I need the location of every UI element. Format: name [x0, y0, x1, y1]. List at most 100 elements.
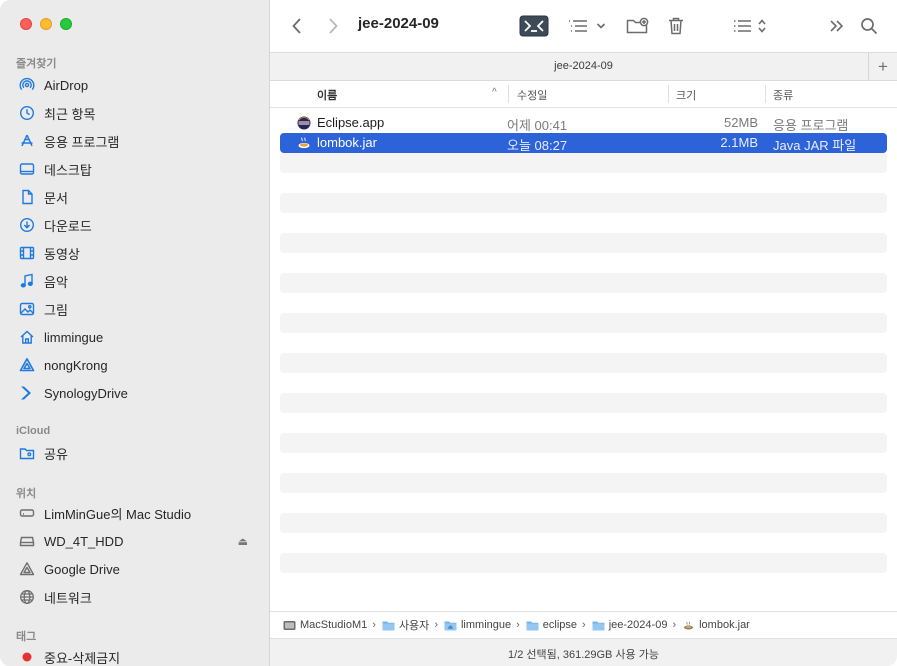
column-date[interactable]: 수정일 [517, 87, 547, 103]
path-item-label: MacStudioM1 [300, 619, 368, 631]
new-tab-button[interactable]: + [868, 53, 897, 80]
minimize-window-button[interactable] [40, 18, 52, 30]
folder-icon [592, 621, 605, 630]
file-row-lombok[interactable]: lombok.jar 오늘 08:27 2.1MB Java JAR 파일 [280, 133, 887, 153]
sidebar-item-network[interactable]: 네트워크 [10, 584, 260, 610]
path-item-lombok[interactable]: lombok.jar [682, 619, 750, 631]
column-divider[interactable] [668, 85, 669, 103]
column-size[interactable]: 크기 [676, 87, 696, 103]
path-item-home[interactable]: limmingue › [444, 619, 526, 631]
disk-icon [16, 531, 38, 551]
sidebar-item-label: 네트워크 [44, 590, 92, 606]
main-pane: jee-2024-09 jee-2024-09 + 이름 ^ 수정일 크기 종류… [270, 0, 897, 666]
forward-button[interactable] [324, 13, 342, 39]
file-date: 오늘 08:27 [507, 138, 568, 153]
sidebar: 즐겨찾기 AirDrop 최근 항목 응용 프로그램 데스크탑 문서 다운로드 … [0, 0, 270, 666]
computer-icon [16, 503, 38, 523]
new-folder-button[interactable] [626, 13, 650, 39]
home-folder-icon [444, 621, 457, 630]
sidebar-item-desktop[interactable]: 데스크탑 [10, 156, 260, 182]
sidebar-item-downloads[interactable]: 다운로드 [10, 212, 260, 238]
close-window-button[interactable] [20, 18, 32, 30]
finder-window: 즐겨찾기 AirDrop 최근 항목 응용 프로그램 데스크탑 문서 다운로드 … [0, 0, 897, 666]
window-controls [20, 18, 72, 30]
sidebar-item-label: 문서 [44, 190, 68, 206]
movie-icon [16, 243, 38, 263]
sidebar-item-label: 최근 항목 [44, 106, 96, 122]
back-button[interactable] [288, 13, 306, 39]
empty-row [280, 333, 887, 353]
empty-row [280, 253, 887, 273]
path-item-eclipse[interactable]: eclipse › [526, 619, 592, 631]
sidebar-item-label: 음악 [44, 274, 68, 290]
file-size: 2.1MB [720, 135, 758, 150]
eject-icon[interactable]: ⏏ [238, 535, 248, 548]
sidebar-item-mac-studio[interactable]: LimMinGue의 Mac Studio [10, 500, 260, 526]
home-icon [16, 327, 38, 347]
sidebar-item-wd-hdd[interactable]: WD_4T_HDD ⏏ [10, 528, 260, 554]
empty-row [280, 533, 887, 553]
sidebar-item-home[interactable]: limmingue [10, 324, 260, 350]
sidebar-item-label: 데스크탑 [44, 162, 92, 178]
sidebar-item-documents[interactable]: 문서 [10, 184, 260, 210]
empty-row [280, 453, 887, 473]
empty-row [280, 433, 887, 453]
sidebar-item-shared[interactable]: 공유 [10, 440, 260, 466]
sidebar-section-tags: 태그 [16, 631, 37, 643]
zoom-window-button[interactable] [60, 18, 72, 30]
empty-row [280, 493, 887, 513]
path-item-computer[interactable]: MacStudioM1 › [283, 619, 382, 631]
google-drive-icon [16, 559, 38, 579]
file-size: 52MB [724, 115, 758, 130]
chevron-down-icon [596, 23, 606, 29]
path-separator-icon: › [672, 619, 677, 631]
empty-row [280, 233, 887, 253]
path-separator-icon: › [516, 619, 520, 631]
path-separator-icon: › [372, 619, 376, 631]
column-name[interactable]: 이름 [317, 87, 337, 103]
search-icon [861, 18, 878, 35]
sidebar-item-tag-important[interactable]: 중요-삭제금지 [10, 644, 260, 666]
sidebar-item-label: limmingue [44, 329, 104, 345]
terminal-icon [519, 15, 549, 37]
list-view-icon [734, 20, 751, 32]
drive-triangle-icon [16, 355, 38, 375]
search-button[interactable] [858, 13, 880, 39]
sidebar-section-icloud: iCloud [16, 425, 51, 437]
sidebar-item-nongkrong[interactable]: nongKrong [10, 352, 260, 378]
empty-row [280, 353, 887, 373]
column-divider[interactable] [508, 85, 509, 103]
sidebar-item-label: AirDrop [44, 77, 89, 93]
column-divider[interactable] [765, 85, 766, 103]
file-kind: Java JAR 파일 [773, 138, 857, 153]
path-item-users[interactable]: 사용자 › [382, 617, 444, 633]
sidebar-item-music[interactable]: 음악 [10, 268, 260, 294]
sidebar-item-synologydrive[interactable]: SynologyDrive [10, 380, 260, 406]
terminal-app-button[interactable] [518, 13, 550, 39]
more-toolbar-button[interactable] [826, 13, 848, 39]
sidebar-item-pictures[interactable]: 그림 [10, 296, 260, 322]
path-separator-icon: › [434, 619, 438, 631]
sidebar-item-applications[interactable]: 응용 프로그램 [10, 128, 260, 154]
file-row-eclipse[interactable]: Eclipse.app 어제 00:41 52MB 응용 프로그램 [280, 113, 887, 133]
path-item-jee[interactable]: jee-2024-09 › [592, 619, 682, 631]
folder-icon [382, 621, 395, 630]
sidebar-item-airdrop[interactable]: AirDrop [10, 72, 260, 98]
trash-button[interactable] [666, 13, 686, 39]
tab-jee-2024-09[interactable]: jee-2024-09 [270, 60, 897, 72]
tab-bar: jee-2024-09 + [270, 52, 897, 81]
empty-row [280, 213, 887, 233]
sidebar-item-google-drive[interactable]: Google Drive [10, 556, 260, 582]
file-list: Eclipse.app 어제 00:41 52MB 응용 프로그램 lombok… [280, 113, 887, 593]
view-options-button[interactable] [730, 13, 770, 39]
clock-icon [16, 103, 38, 123]
empty-row [280, 193, 887, 213]
sidebar-item-movies[interactable]: 동영상 [10, 240, 260, 266]
group-options-button[interactable] [567, 13, 607, 39]
column-kind[interactable]: 종류 [773, 87, 793, 103]
empty-row [280, 373, 887, 393]
sidebar-item-recents[interactable]: 최근 항목 [10, 100, 260, 126]
airdrop-icon [16, 75, 38, 95]
sidebar-item-label: 동영상 [44, 246, 80, 262]
path-item-label: limmingue [460, 619, 512, 631]
